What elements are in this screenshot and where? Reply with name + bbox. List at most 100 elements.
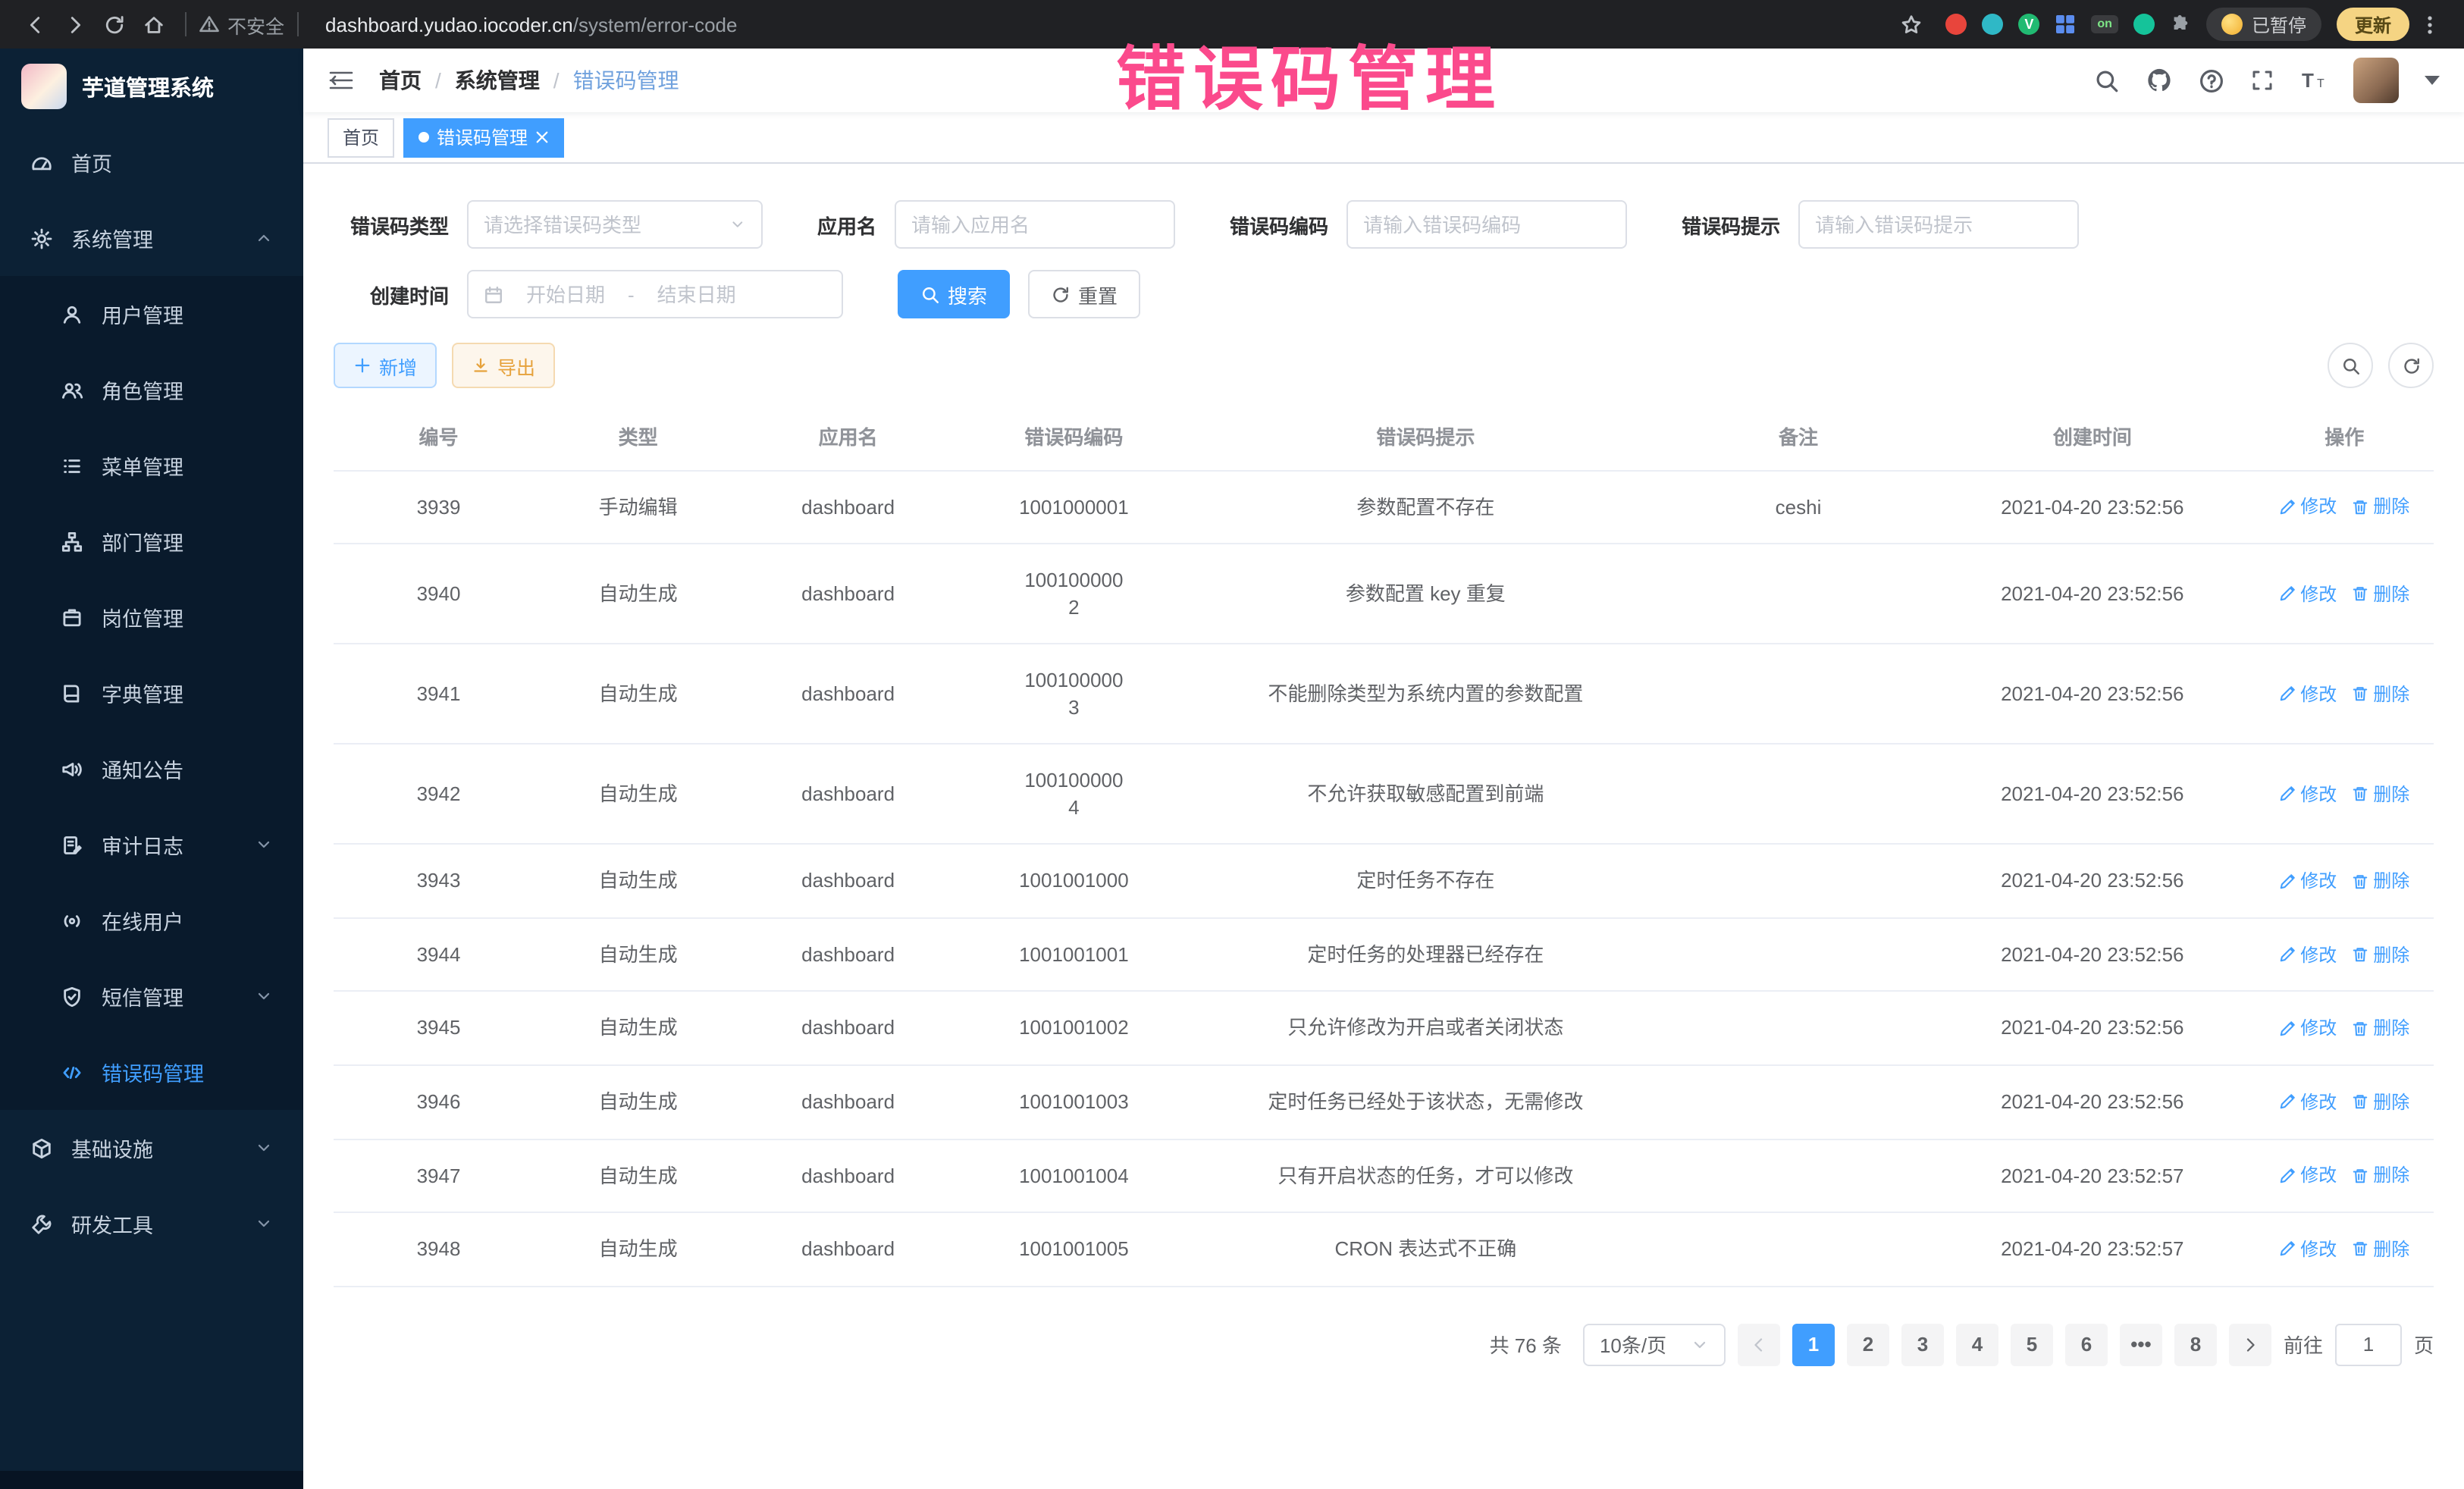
edit-link[interactable]: 修改 [2279, 942, 2337, 967]
breadcrumb-home[interactable]: 首页 [379, 65, 422, 96]
tab-error-code[interactable]: 错误码管理 [403, 118, 564, 157]
security-indicator[interactable]: 不安全 [199, 10, 284, 39]
sidebar-item-sms[interactable]: 短信管理 [0, 958, 303, 1034]
page-button-6[interactable]: 6 [2065, 1323, 2108, 1365]
page-button-1[interactable]: 1 [1792, 1323, 1835, 1365]
sidebar-item-infrastructure[interactable]: 基础设施 [0, 1110, 303, 1186]
goto-page-input[interactable] [2335, 1323, 2402, 1365]
error-code-input[interactable] [1363, 213, 1610, 236]
start-date-input[interactable] [513, 283, 619, 306]
edit-link[interactable]: 修改 [2279, 1089, 2337, 1114]
sidebar-item-dictionary[interactable]: 字典管理 [0, 655, 303, 731]
extension-icon-red[interactable] [1945, 14, 1967, 35]
home-button[interactable] [133, 5, 173, 44]
reload-button[interactable] [94, 5, 133, 44]
breadcrumb-system[interactable]: 系统管理 [455, 65, 540, 96]
sidebar-item-error-code[interactable]: 错误码管理 [0, 1034, 303, 1110]
back-button[interactable] [15, 5, 55, 44]
edit-link[interactable]: 修改 [2279, 869, 2337, 893]
sidebar-item-menus[interactable]: 菜单管理 [0, 428, 303, 503]
extension-icon-grid[interactable] [2055, 14, 2076, 35]
page-button-4[interactable]: 4 [1956, 1323, 1998, 1365]
browser-menu-button[interactable] [2409, 5, 2449, 44]
page-button-5[interactable]: 5 [2011, 1323, 2053, 1365]
sidebar-item-notice[interactable]: 通知公告 [0, 731, 303, 807]
error-type-select[interactable] [467, 200, 763, 249]
github-icon[interactable] [2146, 67, 2173, 94]
prev-page-button[interactable] [1738, 1323, 1780, 1365]
app-name-input[interactable] [911, 213, 1158, 236]
breadcrumb-separator: / [435, 68, 441, 92]
edit-link[interactable]: 修改 [2279, 1237, 2337, 1262]
sidebar-item-posts[interactable]: 岗位管理 [0, 579, 303, 655]
delete-link[interactable]: 删除 [2352, 581, 2409, 606]
page-button-8[interactable]: 8 [2174, 1323, 2217, 1365]
address-bar[interactable]: dashboard.yudao.iocoder.cn/system/error-… [325, 13, 1891, 36]
sidebar-item-users[interactable]: 用户管理 [0, 276, 303, 352]
delete-link[interactable]: 删除 [2352, 494, 2409, 519]
help-icon[interactable] [2199, 67, 2224, 93]
sidebar-item-departments[interactable]: 部门管理 [0, 503, 303, 579]
edit-link[interactable]: 修改 [2279, 1016, 2337, 1040]
sidebar-item-dev-tools[interactable]: 研发工具 [0, 1186, 303, 1262]
delete-link[interactable]: 删除 [2352, 869, 2409, 893]
edit-link[interactable]: 修改 [2279, 1163, 2337, 1187]
search-icon[interactable] [2094, 67, 2120, 93]
font-size-icon[interactable]: TT [2300, 68, 2328, 92]
sidebar-footer-bar[interactable] [0, 1471, 303, 1489]
export-button[interactable]: 导出 [452, 343, 555, 388]
extension-icon-on-badge[interactable]: on [2091, 15, 2118, 33]
delete-link[interactable]: 删除 [2352, 942, 2409, 967]
edit-link[interactable]: 修改 [2279, 494, 2337, 519]
paused-profile-pill[interactable]: 已暂停 [2206, 8, 2321, 41]
error-hint-input[interactable] [1815, 213, 2062, 236]
sidebar-item-home[interactable]: 首页 [0, 124, 303, 200]
sidebar-item-audit-log[interactable]: 审计日志 [0, 807, 303, 882]
refresh-table-button[interactable] [2388, 343, 2434, 388]
delete-link[interactable]: 删除 [2352, 1016, 2409, 1040]
delete-link[interactable]: 删除 [2352, 682, 2409, 706]
edit-link[interactable]: 修改 [2279, 682, 2337, 706]
page-button-2[interactable]: 2 [1847, 1323, 1889, 1365]
app-logo[interactable]: 芋道管理系统 [0, 49, 303, 124]
puzzle-extensions-icon[interactable] [2170, 14, 2191, 35]
page-size-select[interactable]: 10条/页 [1583, 1323, 1726, 1365]
error-type-select-input[interactable] [484, 213, 720, 236]
tab-home[interactable]: 首页 [328, 118, 394, 157]
sidebar-item-online-users[interactable]: 在线用户 [0, 882, 303, 958]
fullscreen-icon[interactable] [2250, 68, 2274, 92]
search-button[interactable]: 搜索 [898, 270, 1010, 318]
sidebar-toggle-button[interactable] [328, 68, 355, 92]
next-page-button[interactable] [2229, 1323, 2271, 1365]
page-button-3[interactable]: 3 [1901, 1323, 1944, 1365]
app-name-field[interactable] [895, 200, 1175, 249]
extension-icon-teal[interactable] [1982, 14, 2003, 35]
delete-link[interactable]: 删除 [2352, 1237, 2409, 1262]
edit-link[interactable]: 修改 [2279, 782, 2337, 806]
extension-icon-green[interactable] [2133, 14, 2155, 35]
page-ellipsis-button[interactable]: ••• [2120, 1323, 2162, 1365]
sidebar-item-roles[interactable]: 角色管理 [0, 352, 303, 428]
add-button[interactable]: 新增 [334, 343, 437, 388]
delete-link[interactable]: 删除 [2352, 1089, 2409, 1114]
forward-button[interactable] [55, 5, 94, 44]
bookmark-star-button[interactable] [1891, 5, 1930, 44]
date-range-picker[interactable]: - [467, 270, 843, 318]
error-hint-field[interactable] [1798, 200, 2079, 249]
edit-link[interactable]: 修改 [2279, 581, 2337, 606]
browser-update-button[interactable]: 更新 [2337, 8, 2409, 41]
extension-icon-vue[interactable]: V [2018, 14, 2039, 35]
edit-icon [2279, 946, 2296, 963]
user-avatar[interactable] [2353, 58, 2399, 103]
main-area: 首页 / 系统管理 / 错误码管理 TT [303, 49, 2464, 1489]
toggle-search-button[interactable] [2328, 343, 2373, 388]
reset-button[interactable]: 重置 [1028, 270, 1140, 318]
error-code-field[interactable] [1346, 200, 1627, 249]
delete-link[interactable]: 删除 [2352, 782, 2409, 806]
sidebar-item-system[interactable]: 系统管理 [0, 200, 303, 276]
caret-down-icon[interactable] [2425, 76, 2440, 85]
end-date-input[interactable] [644, 283, 750, 306]
page-unit-label: 页 [2414, 1330, 2434, 1359]
close-icon[interactable] [535, 130, 549, 144]
delete-link[interactable]: 删除 [2352, 1163, 2409, 1187]
